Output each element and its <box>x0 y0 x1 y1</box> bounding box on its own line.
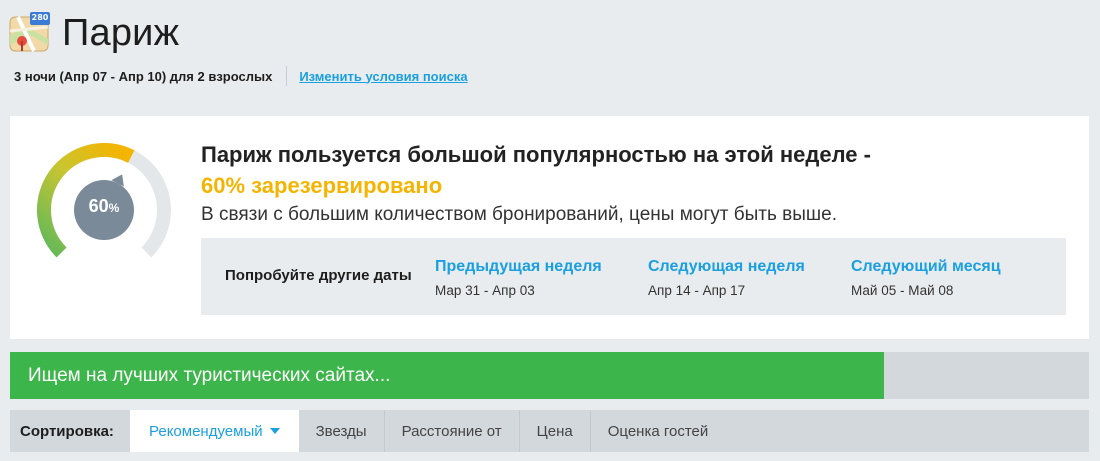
date-option-range: Май 05 - Май 08 <box>851 283 954 298</box>
caret-down-icon <box>269 428 280 434</box>
previous-week-option[interactable]: Предыдущая неделя Мар 31 - Апр 03 <box>435 258 602 298</box>
alternative-dates: Попробуйте другие даты Предыдущая неделя… <box>201 238 1066 315</box>
date-option-range: Апр 14 - Апр 17 <box>648 283 746 298</box>
sort-option-label: Рекомендуемый <box>149 422 263 440</box>
search-summary: 3 ночи (Апр 07 - Апр 10) для 2 взрослых … <box>14 66 468 86</box>
search-progress-bar: Ищем на лучших туристических сайтах... <box>10 352 1089 399</box>
change-search-link[interactable]: Изменить условия поиска <box>299 69 467 84</box>
sort-option-stars[interactable]: Звезды <box>299 410 385 452</box>
date-option-name[interactable]: Следующая неделя <box>648 258 805 276</box>
page-header: 280 Париж <box>8 8 179 58</box>
date-option-range: Мар 31 - Апр 03 <box>435 283 535 298</box>
gauge-value: 60 <box>88 196 109 216</box>
sort-label: Сортировка: <box>20 422 114 440</box>
try-dates-label: Попробуйте другие даты <box>225 267 412 284</box>
reserved-percent: 60% зарезервировано <box>201 173 443 198</box>
sort-option-recommended[interactable]: Рекомендуемый <box>130 410 299 452</box>
popularity-card: 60% Париж пользуется большой популярност… <box>10 116 1089 339</box>
sort-option-price[interactable]: Цена <box>520 410 591 452</box>
progress-label: Ищем на лучших туристических сайтах... <box>28 365 391 386</box>
popularity-gauge: 60% <box>30 136 178 274</box>
sort-option-label: Расстояние от <box>401 422 502 440</box>
divider <box>286 66 288 86</box>
date-option-name[interactable]: Следующий месяц <box>851 258 1001 276</box>
sort-option-distance[interactable]: Расстояние от <box>385 410 520 452</box>
trip-details: 3 ночи (Апр 07 - Апр 10) для 2 взрослых <box>14 68 273 84</box>
map-badge-text: 280 <box>31 13 49 22</box>
next-week-option[interactable]: Следующая неделя Апр 14 - Апр 17 <box>648 258 805 298</box>
date-option-name[interactable]: Предыдущая неделя <box>435 258 602 276</box>
sort-option-label: Оценка гостей <box>607 422 709 440</box>
next-month-option[interactable]: Следующий месяц Май 05 - Май 08 <box>851 258 1001 298</box>
sort-bar: Сортировка: Рекомендуемый Звезды Расстоя… <box>10 410 1089 452</box>
gauge-unit: % <box>108 201 120 215</box>
gauge-label: 60% <box>74 196 134 217</box>
page-title: Париж <box>62 11 180 54</box>
popularity-headline: Париж пользуется большой популярностью н… <box>201 142 871 167</box>
map-icon: 280 <box>8 11 52 55</box>
price-warning: В связи с большим количеством бронирован… <box>201 204 837 225</box>
sort-option-label: Цена <box>536 422 573 440</box>
sort-option-label: Звезды <box>315 422 367 440</box>
sort-option-guest-rating[interactable]: Оценка гостей <box>591 410 726 452</box>
